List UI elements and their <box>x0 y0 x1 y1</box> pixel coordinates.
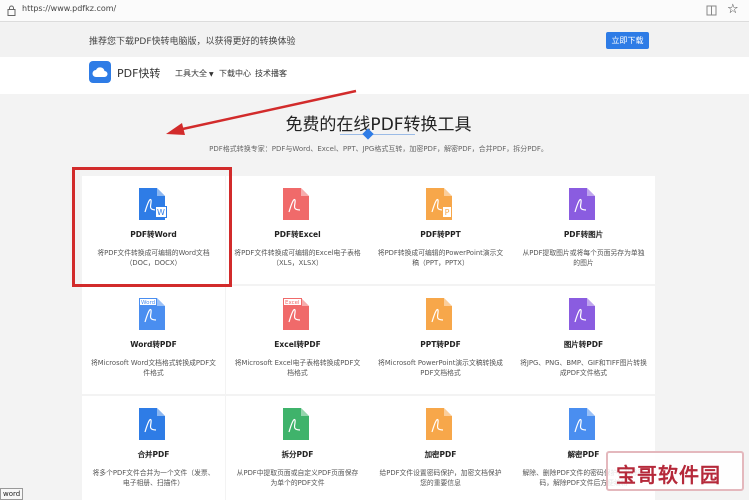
reader-view-icon[interactable] <box>706 5 717 16</box>
tool-card-ppt-to-pdf[interactable]: PPT转PDF 将Microsoft PowerPoint演示文稿转换成PDF文档… <box>369 286 512 394</box>
decrypt-pdf-icon <box>569 408 595 440</box>
red-highlight-box <box>72 167 232 287</box>
encrypt-pdf-icon <box>426 408 452 440</box>
cloud-logo-icon[interactable] <box>89 61 111 83</box>
tool-title: PDF转Excel <box>274 230 321 239</box>
logo-text[interactable]: PDF快转 <box>117 65 160 81</box>
tool-card-image-to-pdf[interactable]: 图片转PDF 将JPG、PNG、BMP、GIF和TIFF图片转换成PDF文件格式 <box>512 286 655 394</box>
promo-text: 推荐您下载PDF快转电脑版，以获得更好的转换体验 <box>89 37 296 47</box>
caret-down-icon: ▼ <box>209 71 214 78</box>
tool-description: 给PDF文件设置密码保护，加密文档保护您的重要信息 <box>379 469 502 487</box>
icon-badge: P <box>442 206 452 218</box>
hero-subtitle: PDF格式转换专家：PDF与Word、Excel、PPT、JPG格式互转，加密P… <box>209 145 548 153</box>
image-to-pdf-icon <box>569 298 595 330</box>
nav-tools-label: 工具大全 <box>175 69 207 78</box>
split-pdf-icon <box>283 408 309 440</box>
icon-badge: Excel <box>283 298 302 306</box>
download-now-button[interactable]: 立即下载 <box>606 32 649 49</box>
tool-card-split-pdf[interactable]: 拆分PDF 从PDF中提取页面或自定义PDF页面保存为单个的PDF文件 <box>226 396 369 500</box>
tool-card-pdf-to-ppt[interactable]: P PDF转PPT 将PDF转换成可编辑的PowerPoint演示文稿（PPT，PP… <box>369 176 512 284</box>
tool-title: 拆分PDF <box>281 450 314 459</box>
tool-card-pdf-to-excel[interactable]: PDF转Excel 将PDF文件转换成可编辑的Excel电子表格（XLS，XLSX… <box>226 176 369 284</box>
nav-tech-blog[interactable]: 技术播客 <box>255 68 287 79</box>
hero-divider <box>340 134 415 135</box>
tool-title: Word转PDF <box>130 340 177 349</box>
tool-title: PPT转PDF <box>420 340 461 349</box>
status-tooltip: word <box>0 488 24 500</box>
tool-description: 将Microsoft Word文档格式转换成PDF文件格式 <box>91 359 216 377</box>
hero-title: 免费的在线PDF转换工具 <box>285 115 472 135</box>
watermark-logo: 宝哥软件园 <box>606 451 744 491</box>
tool-card-word-to-pdf[interactable]: Word Word转PDF 将Microsoft Word文档格式转换成PDF文件格… <box>82 286 225 394</box>
tool-description: 将Microsoft Excel电子表格转换成PDF文档格式 <box>234 359 361 377</box>
tool-title: PDF转PPT <box>420 230 461 239</box>
tool-description: 将JPG、PNG、BMP、GIF和TIFF图片转换成PDF文件格式 <box>520 359 647 377</box>
lock-icon <box>7 5 16 16</box>
tool-description: 将PDF文件转换成可编辑的Excel电子表格（XLS，XLSX） <box>234 249 361 267</box>
tool-card-excel-to-pdf[interactable]: Excel Excel转PDF 将Microsoft Excel电子表格转换成PDF… <box>226 286 369 394</box>
tool-description: 从PDF中提取页面或自定义PDF页面保存为单个的PDF文件 <box>236 469 359 487</box>
tool-title: 图片转PDF <box>563 340 604 349</box>
browser-address-bar: https://www.pdfkz.com/ ☆ <box>0 0 749 22</box>
nav-download-center[interactable]: 下载中心 <box>219 68 251 79</box>
merge-pdf-icon <box>139 408 165 440</box>
tool-card-encrypt-pdf[interactable]: 加密PDF 给PDF文件设置密码保护，加密文档保护您的重要信息 <box>369 396 512 500</box>
tool-description: 将多个PDF文件合并为一个文件（发票、电子相册、扫描件） <box>92 469 215 487</box>
tool-description: 从PDF提取图片或将每个页面另存为单独的图片 <box>522 249 645 267</box>
tool-title: 合并PDF <box>137 450 170 459</box>
download-promo-banner: 推荐您下载PDF快转电脑版，以获得更好的转换体验 立即下载 <box>0 23 749 57</box>
tool-description: 将PDF转换成可编辑的PowerPoint演示文稿（PPT，PPTX） <box>377 249 504 267</box>
icon-badge: Word <box>139 298 158 306</box>
ppt-to-pdf-icon <box>426 298 452 330</box>
tool-card-pdf-to-image[interactable]: PDF转图片从PDF提取图片或将每个页面另存为单独的图片 <box>512 176 655 284</box>
tool-description: 将Microsoft PowerPoint演示文稿转换成PDF文档格式 <box>378 359 503 377</box>
nav-tools[interactable]: 工具大全 ▼ <box>175 68 214 79</box>
site-header: PDF快转 工具大全 ▼ 下载中心 技术播客 <box>0 57 749 94</box>
pdf-to-excel-icon <box>283 188 309 220</box>
url-field[interactable]: https://www.pdfkz.com/ <box>22 4 116 13</box>
tool-card-merge-pdf[interactable]: 合并PDF 将多个PDF文件合并为一个文件（发票、电子相册、扫描件） <box>82 396 225 500</box>
tool-title: Excel转PDF <box>274 340 321 349</box>
bookmark-star-icon[interactable]: ☆ <box>727 2 739 18</box>
pdf-to-image-icon <box>569 188 595 220</box>
tool-title: PDF转图片 <box>563 230 604 239</box>
watermark-text: 宝哥软件园 <box>616 463 721 487</box>
tool-title: 加密PDF <box>424 450 457 459</box>
